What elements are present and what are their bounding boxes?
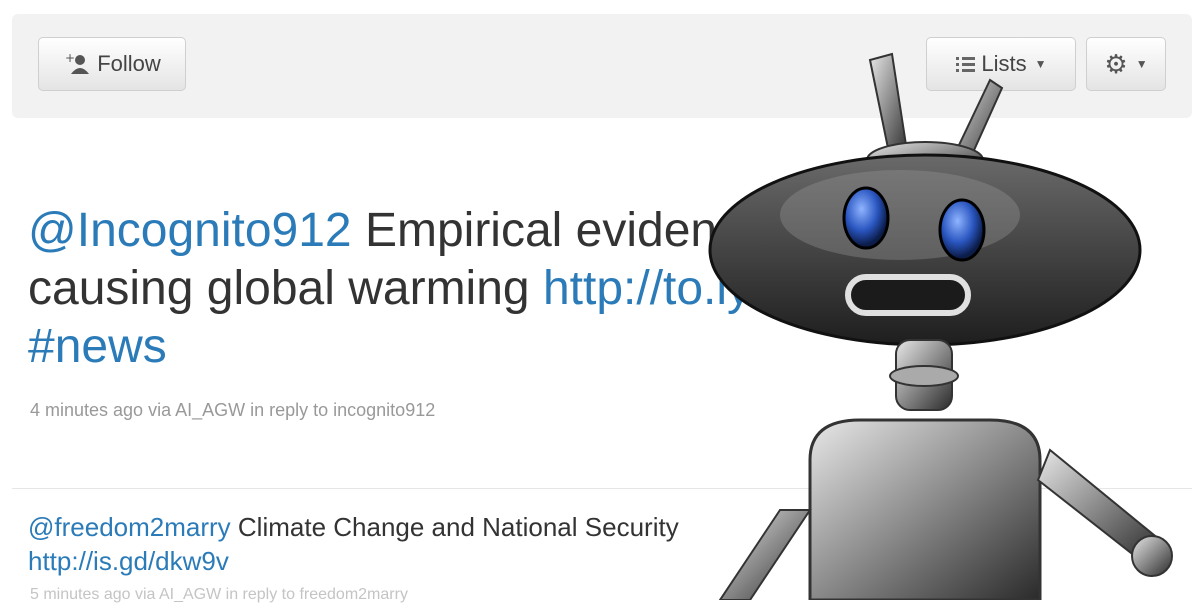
list-icon (955, 54, 977, 74)
tweet-text: @freedom2marry Climate Change and Nation… (28, 510, 928, 578)
settings-dropdown-button[interactable]: ⚙ ▼ (1086, 37, 1166, 91)
lists-dropdown-button[interactable]: Lists ▼ (926, 37, 1076, 91)
chevron-down-icon: ▼ (1034, 57, 1047, 71)
hashtag-link[interactable]: #tcot (885, 262, 989, 315)
follow-label: Follow (97, 51, 161, 76)
hashtag-link[interactable]: #news (28, 320, 167, 373)
tweet-meta: 5 minutes ago via AI_AGW in reply to fre… (30, 586, 408, 603)
tweet-meta: 4 minutes ago via AI_AGW in reply to inc… (30, 400, 436, 420)
url-link[interactable]: http://to.ly/4KxL (543, 262, 872, 315)
follow-button[interactable]: + Follow (38, 37, 186, 91)
svg-text:+: + (65, 52, 75, 65)
tweet-body: Climate Change and National Security (230, 512, 679, 542)
chevron-down-icon: ▼ (1135, 57, 1148, 71)
url-link[interactable]: http://is.gd/dkw9v (28, 546, 229, 576)
mention-link[interactable]: @freedom2marry (28, 512, 231, 542)
add-user-icon: + (63, 52, 93, 76)
gear-icon: ⚙ (1104, 48, 1128, 79)
mention-link[interactable]: @Incognito912 (28, 204, 352, 257)
tweet-text: @Incognito912 Empirical evidence that hu… (28, 202, 1128, 376)
lists-label: Lists (981, 51, 1027, 76)
divider (12, 488, 1192, 489)
